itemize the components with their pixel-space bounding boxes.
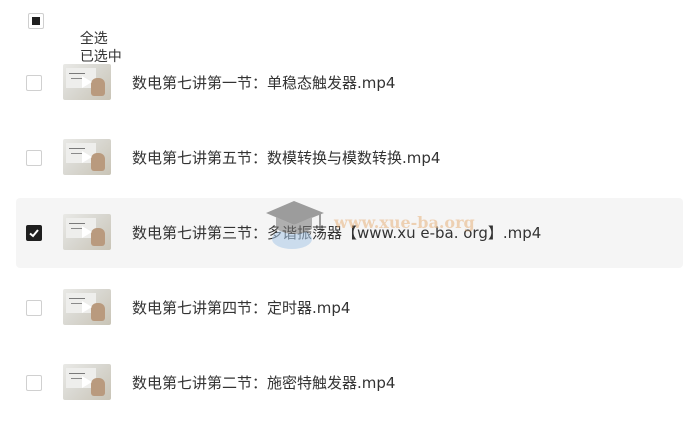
file-row[interactable]: 数电第七讲第五节：数模转换与模数转换.mp4	[16, 123, 683, 193]
video-thumbnail[interactable]	[63, 364, 111, 400]
file-row[interactable]: 数电第七讲第二节：施密特触发器.mp4	[16, 348, 683, 418]
file-row[interactable]: 数电第七讲第一节：单稳态触发器.mp4	[16, 48, 683, 118]
file-checkbox[interactable]	[26, 75, 42, 91]
checkmark-icon	[29, 229, 39, 238]
file-checkbox[interactable]	[26, 150, 42, 166]
selection-header: 全选 已选中 1 项	[0, 0, 683, 101]
video-thumbnail[interactable]	[63, 64, 111, 100]
video-thumbnail[interactable]	[63, 139, 111, 175]
file-checkbox[interactable]	[26, 375, 42, 391]
play-icon	[82, 151, 92, 163]
file-row-selected[interactable]: 数电第七讲第三节：多谐振荡器【www.xu e-ba. org】.mp4	[16, 198, 683, 268]
play-icon	[82, 226, 92, 238]
file-checkbox[interactable]	[26, 300, 42, 316]
play-icon	[82, 376, 92, 388]
file-checkbox-checked[interactable]	[26, 225, 42, 241]
select-all-label[interactable]: 全选	[80, 31, 108, 47]
file-name[interactable]: 数电第七讲第三节：多谐振荡器【www.xu e-ba. org】.mp4	[132, 223, 541, 243]
play-icon	[82, 301, 92, 313]
video-thumbnail[interactable]	[63, 214, 111, 250]
play-icon	[82, 76, 92, 88]
file-name[interactable]: 数电第七讲第一节：单稳态触发器.mp4	[132, 73, 395, 93]
video-thumbnail[interactable]	[63, 289, 111, 325]
file-name[interactable]: 数电第七讲第四节：定时器.mp4	[132, 298, 350, 318]
select-all-checkbox[interactable]	[28, 13, 44, 29]
file-row[interactable]: 数电第七讲第四节：定时器.mp4	[16, 273, 683, 343]
file-name[interactable]: 数电第七讲第二节：施密特触发器.mp4	[132, 373, 395, 393]
file-name[interactable]: 数电第七讲第五节：数模转换与模数转换.mp4	[132, 148, 440, 168]
